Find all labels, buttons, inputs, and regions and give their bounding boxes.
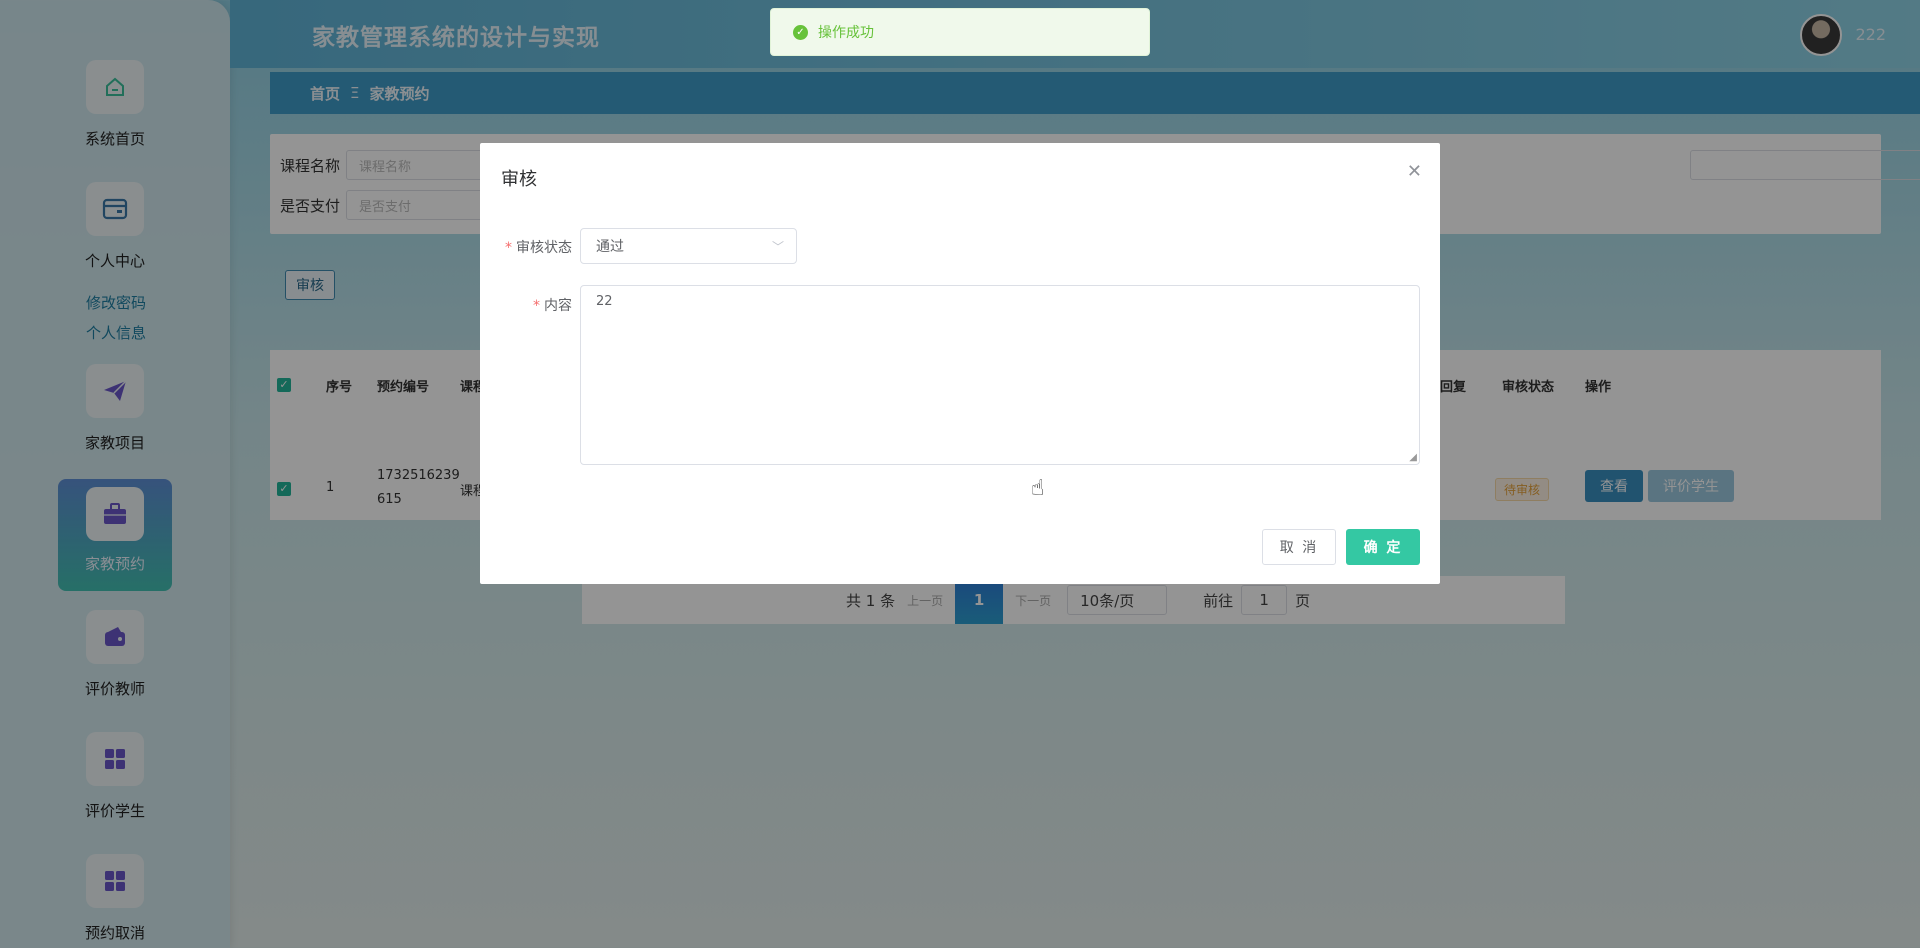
content-value: 22	[596, 294, 613, 309]
audit-status-select[interactable]: 通过 ﹀	[580, 228, 797, 264]
content-textarea[interactable]: 22 ◢	[580, 285, 1420, 465]
content-label: * 内容	[533, 298, 572, 314]
audit-status-label: * 审核状态	[505, 240, 572, 256]
audit-status-value: 通过	[596, 239, 624, 255]
chevron-down-icon: ﹀	[771, 240, 784, 254]
cancel-button[interactable]: 取 消	[1262, 529, 1336, 565]
close-icon[interactable]: ✕	[1407, 161, 1422, 182]
success-toast: ✓ 操作成功	[770, 8, 1150, 56]
check-circle-icon: ✓	[793, 24, 808, 40]
confirm-button[interactable]: 确 定	[1346, 529, 1420, 565]
resize-handle-icon[interactable]: ◢	[1409, 452, 1417, 463]
dialog-title: 审核	[501, 169, 537, 190]
toast-message: 操作成功	[818, 25, 874, 41]
pointer-cursor-icon: ☝	[1031, 476, 1045, 501]
audit-dialog: 审核 ✕ * 审核状态 通过 ﹀ * 内容 22 ◢ 取 消 确 定	[480, 143, 1440, 584]
